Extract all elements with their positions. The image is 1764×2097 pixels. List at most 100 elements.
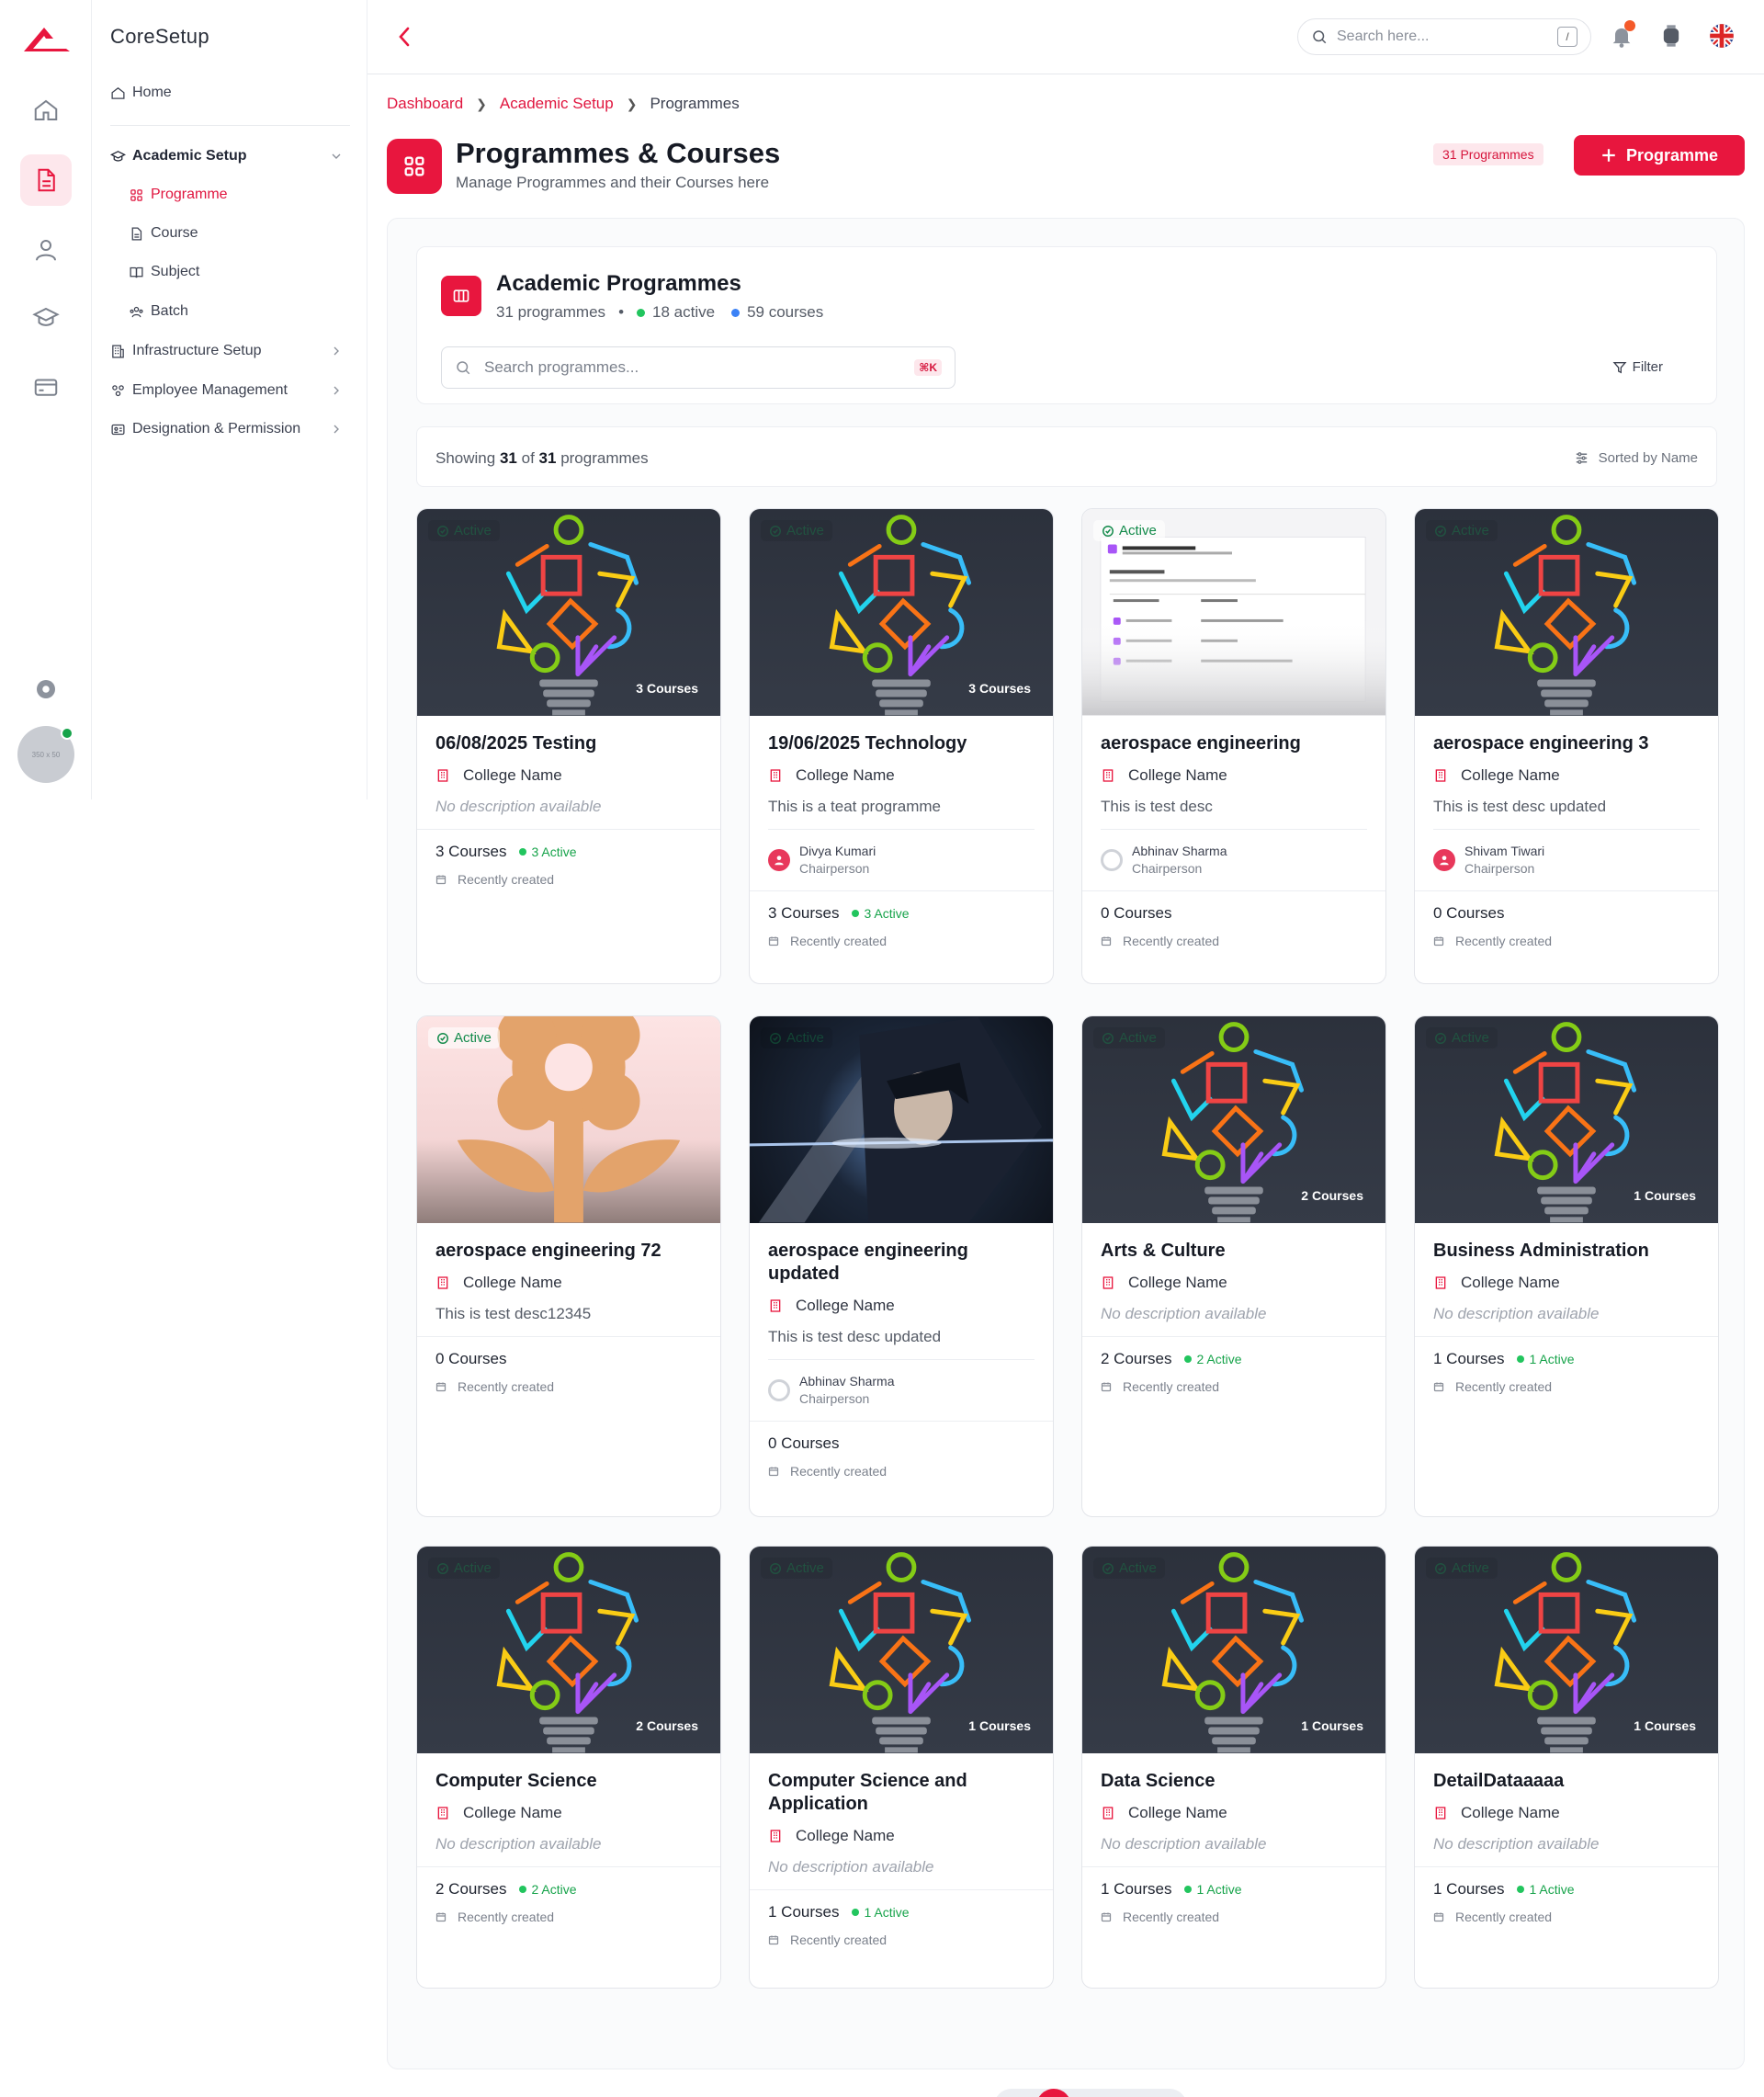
programme-description: No description available [768,1858,934,1876]
programme-card[interactable]: Active 2 Courses Computer Science College… [416,1546,721,1989]
calendar-icon [1101,936,1112,946]
prev-page-button[interactable] [1000,2089,1035,2097]
programme-card[interactable]: Active aerospace engineering 72 College … [416,1015,721,1517]
filter-button[interactable]: Filter [1612,359,1663,375]
active-count: 1 Active [1184,1882,1242,1897]
page-3-button[interactable]: 3 [1110,2089,1145,2097]
programme-card[interactable]: Active 3 Courses 06/08/2025 Testing Colle… [416,508,721,984]
chairperson-role: Chairperson [799,1391,870,1406]
calendar-icon [1433,1382,1444,1392]
rail-billing-button[interactable] [20,361,72,413]
programme-title[interactable]: aerospace engineering 72 [435,1240,702,1263]
filter-icon [1612,361,1627,373]
active-label: 3 Active [531,844,577,859]
file-icon [131,226,142,241]
created-label: Recently created [790,934,888,948]
sidebar-item-infrastructure-setup[interactable]: Infrastructure Setup [110,337,350,365]
course-count: 0 Courses [1433,904,1505,922]
sidebar-item-label: Home [132,85,172,100]
sliders-icon [1576,452,1587,464]
sidebar-item-course[interactable]: Course [129,220,350,247]
programme-title[interactable]: Computer Science and Application [768,1770,1035,1816]
back-arrow-icon[interactable] [393,24,415,50]
programme-title[interactable]: 19/06/2025 Technology [768,732,1035,755]
created-label: Recently created [1123,934,1220,948]
programme-title[interactable]: aerospace engineering [1101,732,1367,755]
breadcrumb-academic-setup[interactable]: Academic Setup [500,95,614,113]
programme-description: No description available [435,1835,602,1853]
building-icon [437,1276,448,1289]
card-thumbnail: Active [750,1016,1053,1223]
active-count: 2 Active [519,1882,577,1897]
page-2-button[interactable]: 2 [1073,2089,1108,2097]
chevron-down-icon[interactable] [329,149,344,164]
sidebar-item-home[interactable]: Home [110,79,350,107]
sidebar-item-label: Designation & Permission [132,421,301,436]
programme-card[interactable]: Active aerospace engineering 3 College N… [1414,508,1719,984]
building-icon [770,1299,781,1312]
rail-employee-button[interactable] [20,224,72,276]
search-shortcut-key: ⌘K [914,359,942,376]
programme-card[interactable]: Active 3 Courses 19/06/2025 Technology Co… [749,508,1054,984]
rail-academic-button[interactable] [20,154,72,206]
pagination: 1 2 3 [994,2089,1187,2097]
programme-title[interactable]: 06/08/2025 Testing [435,732,702,755]
programme-title[interactable]: Arts & Culture [1101,1240,1367,1263]
sidebar-item-designation-permission[interactable]: Designation & Permission [110,415,350,443]
status-badge: Active [428,1558,500,1579]
notification-dot [1624,20,1635,31]
gear-icon [37,680,55,698]
next-page-button[interactable] [1147,2089,1182,2097]
card-footer: 3 Courses 3 Active Recently created [750,890,1053,969]
programme-title[interactable]: Data Science [1101,1770,1367,1793]
card-thumbnail: Active 1 Courses [1415,1547,1718,1753]
rail-settings-button[interactable] [20,663,72,715]
programme-card[interactable]: Active 1 Courses Business Administration … [1414,1015,1719,1517]
sidebar-item-employee-management[interactable]: Employee Management [110,377,350,404]
programme-card[interactable]: Active 2 Courses Arts & Culture College N… [1081,1015,1386,1517]
programme-title[interactable]: Computer Science [435,1770,702,1793]
user-icon [36,240,56,261]
global-search-input[interactable]: Search here... / [1297,18,1591,55]
brand-logo-icon[interactable] [20,24,72,55]
status-label: Active [454,523,492,538]
programme-description: This is a teat programme [768,798,942,815]
programme-title[interactable]: aerospace engineering 3 [1433,732,1700,755]
programme-card[interactable]: Active 1 Courses Computer Science and App… [749,1546,1054,1989]
programmes-section-title: Academic Programmes [496,271,741,296]
sidebar-item-academic-setup[interactable]: Academic Setup [110,142,350,170]
status-badge: Active [428,520,500,541]
sidebar-item-batch[interactable]: Batch [129,298,350,325]
programme-description: No description available [1433,1835,1600,1853]
check-circle-icon [770,525,781,537]
programme-title[interactable]: DetailDataaaaa [1433,1770,1700,1793]
notifications-button[interactable] [1606,20,1637,51]
breadcrumb-dashboard[interactable]: Dashboard [387,95,463,113]
showing-prefix: Showing [435,449,496,467]
language-button[interactable] [1706,20,1737,51]
page-1-button[interactable]: 1 [1036,2089,1071,2097]
sidebar-item-subject[interactable]: Subject [129,258,350,286]
chairperson-name: Abhinav Sharma [799,1374,895,1389]
sort-control[interactable]: Sorted by Name [1574,450,1698,466]
user-avatar[interactable]: 350 x 50 [17,726,74,783]
building-icon [770,769,781,782]
device-button[interactable] [1656,20,1687,51]
sidebar-item-programme[interactable]: Programme [129,181,350,209]
programme-card[interactable]: Active aerospace engineering updated Col… [749,1015,1054,1517]
programme-card[interactable]: Active aerospace engineering College Nam… [1081,508,1386,984]
programme-card[interactable]: Active 1 Courses Data Science College Nam… [1081,1546,1386,1989]
programme-title[interactable]: Business Administration [1433,1240,1700,1263]
programme-card[interactable]: Active 1 Courses DetailDataaaaa College N… [1414,1546,1719,1989]
add-programme-button[interactable]: Programme [1574,135,1745,176]
college-row: College Name [768,1827,1035,1845]
programme-search-input[interactable]: Search programmes... ⌘K [441,346,956,389]
programme-title[interactable]: aerospace engineering updated [768,1240,1035,1286]
card-footer: 0 Courses Recently created [417,1336,720,1414]
rail-graduation-button[interactable] [20,292,72,344]
status-label: Active [454,1560,492,1576]
rail-home-button[interactable] [20,85,72,136]
course-stats: 1 Courses 1 Active [768,1903,1035,1921]
course-count: 0 Courses [768,1434,840,1452]
sidebar-item-label: Infrastructure Setup [132,343,262,358]
